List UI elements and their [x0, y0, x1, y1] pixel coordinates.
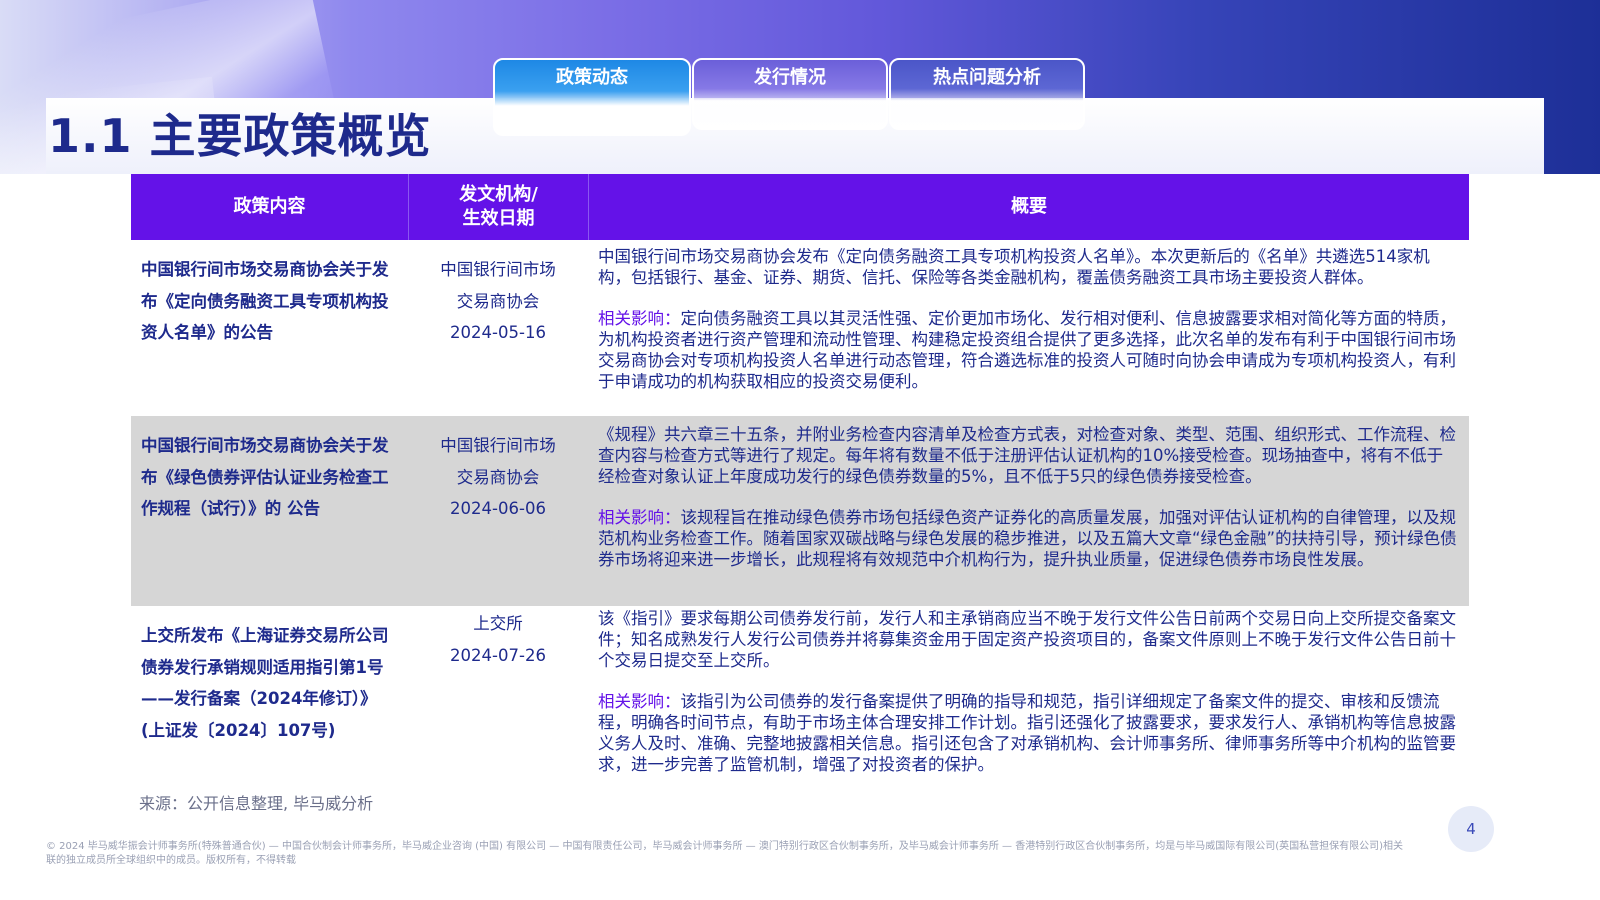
org-name: 中国银行间市场交易商协会	[440, 436, 556, 487]
table-row: 中国银行间市场交易商协会关于发布《定向债务融资工具专项机构投资人名单》的公告 中…	[131, 240, 1469, 416]
tab-issuance[interactable]: 发行情况	[692, 58, 888, 130]
tab-policy-updates[interactable]: 政策动态	[493, 58, 691, 136]
org-cell: 中国银行间市场交易商协会 2024-05-16	[408, 240, 588, 416]
policy-cell: 中国银行间市场交易商协会关于发布《定向债务融资工具专项机构投资人名单》的公告	[141, 260, 389, 342]
summary-text: 该《指引》要求每期公司债券发行前，发行人和主承销商应当不晚于发行文件公告日前两个…	[598, 609, 1456, 670]
summary-text: 中国银行间市场交易商协会发布《定向债务融资工具专项机构投资人名单》。本次更新后的…	[598, 247, 1430, 287]
policy-cell: 上交所发布《上海证券交易所公司债券发行承销规则适用指引第1号——发行备案（202…	[141, 626, 389, 740]
org-name: 上交所	[473, 614, 523, 633]
summary-cell: 该《指引》要求每期公司债券发行前，发行人和主承销商应当不晚于发行文件公告日前两个…	[588, 606, 1469, 792]
impact-body: 该指引为公司债券的发行备案提供了明确的指导和规范，指引详细规定了备案文件的提交、…	[598, 692, 1456, 774]
header-org-date: 发文机构/ 生效日期	[408, 174, 588, 240]
impact-body: 该规程旨在推动绿色债券市场包括绿色资产证券化的高质量发展，加强对评估认证机构的自…	[598, 508, 1457, 569]
impact-body: 定向债务融资工具以其灵活性强、定价更加市场化、发行相对便利、信息披露要求相对简化…	[598, 309, 1456, 391]
impact-text: 相关影响：定向债务融资工具以其灵活性强、定价更加市场化、发行相对便利、信息披露要…	[598, 308, 1459, 392]
source-note: 来源：公开信息整理, 毕马威分析	[139, 794, 374, 813]
table-row: 上交所发布《上海证券交易所公司债券发行承销规则适用指引第1号——发行备案（202…	[131, 606, 1469, 792]
policy-table: 政策内容 发文机构/ 生效日期 概要 中国银行间市场交易商协会关于发布《定向债务…	[131, 174, 1469, 792]
summary-text: 《规程》共六章三十五条，并附业务检查内容清单及检查方式表，对检查对象、类型、范围…	[598, 425, 1456, 486]
header-summary: 概要	[588, 174, 1469, 240]
page-title: 1.1 主要政策概览	[48, 109, 432, 163]
impact-label: 相关影响：	[598, 309, 681, 328]
effective-date: 2024-05-16	[450, 323, 546, 342]
org-name: 中国银行间市场交易商协会	[440, 260, 556, 311]
summary-cell: 《规程》共六章三十五条，并附业务检查内容清单及检查方式表，对检查对象、类型、范围…	[588, 416, 1469, 606]
impact-text: 相关影响：该指引为公司债券的发行备案提供了明确的指导和规范，指引详细规定了备案文…	[598, 691, 1459, 775]
header-policy: 政策内容	[233, 196, 306, 217]
effective-date: 2024-07-26	[450, 645, 546, 665]
summary-cell: 中国银行间市场交易商协会发布《定向债务融资工具专项机构投资人名单》。本次更新后的…	[588, 240, 1469, 416]
effective-date: 2024-06-06	[450, 499, 546, 518]
org-cell: 上交所 2024-07-26	[408, 606, 588, 792]
policy-cell: 中国银行间市场交易商协会关于发布《绿色债券评估认证业务检查工作规程（试行）》的 …	[141, 436, 389, 518]
table-header: 政策内容 发文机构/ 生效日期 概要	[131, 174, 1469, 240]
page-number: 4	[1448, 806, 1494, 852]
tab-hot-topics[interactable]: 热点问题分析	[889, 58, 1085, 130]
copyright-footer: © 2024 毕马威华振会计师事务所(特殊普通合伙) — 中国合伙制会计师事务所…	[46, 841, 1404, 866]
table-row: 中国银行间市场交易商协会关于发布《绿色债券评估认证业务检查工作规程（试行）》的 …	[131, 416, 1469, 606]
impact-label: 相关影响：	[598, 508, 681, 527]
org-cell: 中国银行间市场交易商协会 2024-06-06	[408, 416, 588, 606]
impact-label: 相关影响：	[598, 692, 681, 711]
impact-text: 相关影响：该规程旨在推动绿色债券市场包括绿色资产证券化的高质量发展，加强对评估认…	[598, 507, 1459, 570]
